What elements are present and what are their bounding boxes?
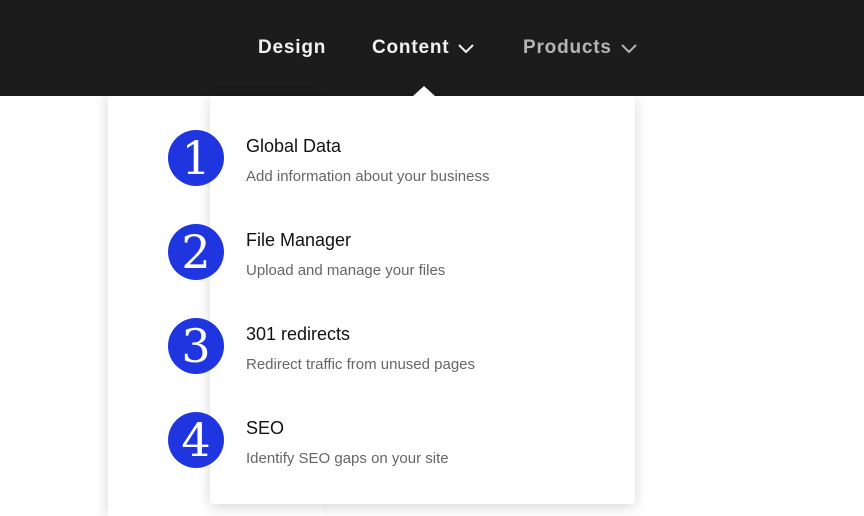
dropdown-item-global-data[interactable]: 1 Global Data Add information about your…: [168, 130, 628, 190]
number-badge: 4: [168, 412, 224, 468]
dropdown-caret: [413, 86, 435, 96]
dropdown-item-description: Add information about your business: [246, 168, 490, 185]
number-badge: 3: [168, 318, 224, 374]
nav-item-design[interactable]: Design: [258, 0, 326, 96]
dropdown-item-file-manager[interactable]: 2 File Manager Upload and manage your fi…: [168, 224, 628, 284]
nav-item-products[interactable]: Products: [523, 0, 638, 96]
number-badge: 2: [168, 224, 224, 280]
dropdown-item-description: Upload and manage your files: [246, 262, 446, 279]
dropdown-item-title: SEO: [246, 418, 285, 438]
nav-item-label: Products: [523, 37, 612, 58]
dropdown-item-description: Redirect traffic from unused pages: [246, 356, 476, 373]
dropdown-item-description: Identify SEO gaps on your site: [246, 450, 449, 467]
nav-item-label: Content: [372, 37, 450, 58]
dropdown-item-301-redirects[interactable]: 3 301 redirects Redirect traffic from un…: [168, 318, 628, 378]
number-badge: 1: [168, 130, 224, 186]
dropdown-item-seo[interactable]: 4 SEO Identify SEO gaps on your site: [168, 412, 628, 472]
dropdown-item-title: File Manager: [246, 230, 352, 250]
dropdown-item-title: Global Data: [246, 136, 342, 156]
chevron-down-icon: [620, 39, 638, 57]
nav-item-content[interactable]: Content: [372, 0, 475, 96]
dropdown-item-title: 301 redirects: [246, 324, 351, 344]
chevron-down-icon: [457, 39, 475, 57]
nav-item-label: Design: [258, 37, 327, 58]
